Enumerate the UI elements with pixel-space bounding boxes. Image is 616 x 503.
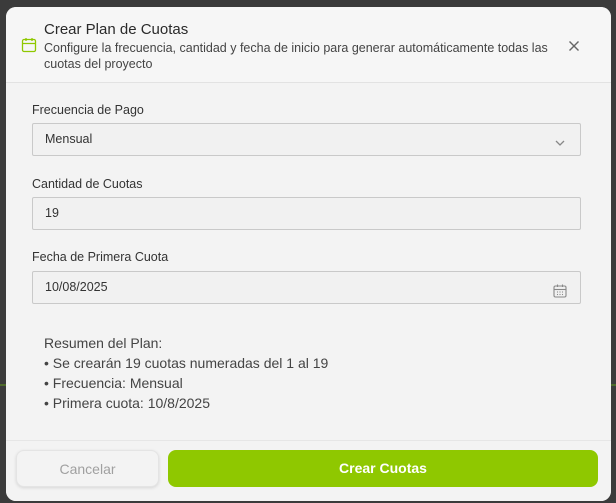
summary-item: • Frecuencia: Mensual: [44, 375, 183, 391]
close-button[interactable]: [566, 38, 582, 54]
create-plan-dialog: Crear Plan de Cuotas Configure la frecue…: [6, 7, 611, 501]
calendar-icon[interactable]: [552, 280, 568, 298]
create-installments-button[interactable]: Crear Cuotas: [168, 450, 598, 487]
first-date-value: 10/08/2025: [45, 280, 108, 294]
first-date-input[interactable]: 10/08/2025: [32, 271, 581, 304]
quantity-label: Cantidad de Cuotas: [32, 177, 143, 191]
frequency-value: Mensual: [45, 132, 93, 146]
frequency-label: Frecuencia de Pago: [32, 103, 144, 117]
dialog-title: Crear Plan de Cuotas: [44, 21, 189, 38]
plan-summary: Resumen del Plan: • Se crearán 19 cuotas…: [44, 333, 328, 413]
dialog-subtitle: Configure la frecuencia, cantidad y fech…: [44, 41, 548, 71]
frequency-select[interactable]: Mensual: [32, 123, 581, 156]
dialog-footer: Cancelar Crear Cuotas: [6, 440, 611, 501]
dialog-header: Crear Plan de Cuotas Configure la frecue…: [6, 7, 611, 83]
quantity-value: 19: [45, 206, 59, 220]
calendar-icon: [21, 37, 37, 53]
summary-title: Resumen del Plan:: [44, 335, 163, 351]
chevron-down-icon: [552, 132, 568, 148]
summary-item: • Se crearán 19 cuotas numeradas del 1 a…: [44, 355, 329, 371]
first-date-label: Fecha de Primera Cuota: [32, 250, 169, 264]
cancel-button[interactable]: Cancelar: [16, 450, 159, 487]
summary-item: • Primera cuota: 10/8/2025: [44, 395, 210, 411]
quantity-input[interactable]: 19: [32, 197, 581, 230]
close-icon: [569, 41, 579, 51]
